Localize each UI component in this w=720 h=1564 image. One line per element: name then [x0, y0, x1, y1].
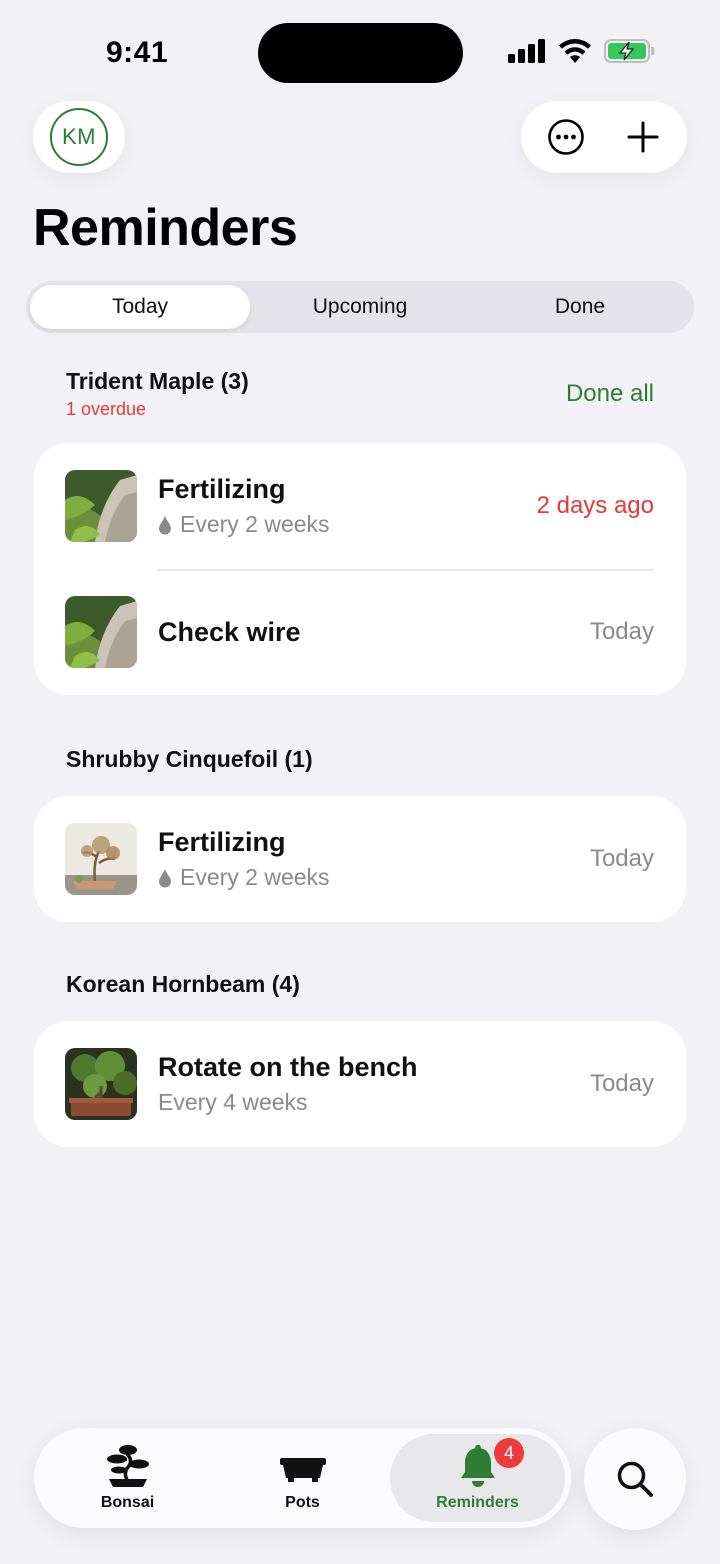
- plant-thumbnail: [65, 1048, 137, 1120]
- ellipsis-circle-icon: [547, 119, 584, 155]
- reminder-card: Fertilizing Every 2 weeks 2 days ago Che…: [34, 443, 686, 695]
- done-all-button[interactable]: Done all: [566, 380, 654, 408]
- tab-reminders[interactable]: Reminders 4: [390, 1434, 565, 1522]
- reminder-card: Fertilizing Every 2 weeks Today: [34, 796, 686, 922]
- cellular-signal-icon: [508, 39, 545, 63]
- filter-segmented-control: Today Upcoming Done: [26, 281, 694, 333]
- tab-label: Bonsai: [100, 1494, 155, 1511]
- bell-icon: [460, 1444, 495, 1487]
- reminder-frequency: Every 2 weeks: [180, 511, 330, 537]
- reminder-row[interactable]: Fertilizing Every 2 weeks 2 days ago: [34, 443, 686, 569]
- bonsai-tree-icon: [106, 1445, 149, 1487]
- battery-charging-icon: [604, 39, 655, 63]
- reminder-row[interactable]: Rotate on the bench Every 4 weeks Today: [34, 1021, 686, 1147]
- reminder-title: Rotate on the bench: [158, 1052, 418, 1082]
- drop-icon: [159, 515, 171, 534]
- reminder-title: Fertilizing: [158, 827, 286, 857]
- reminder-title: Fertilizing: [158, 474, 286, 504]
- segment-upcoming[interactable]: Upcoming: [250, 285, 470, 329]
- plant-thumbnail: [65, 470, 137, 542]
- add-button[interactable]: [613, 107, 673, 167]
- reminder-due: Today: [589, 845, 654, 872]
- segment-today[interactable]: Today: [30, 285, 250, 329]
- plus-icon: [627, 121, 658, 153]
- tab-pots[interactable]: Pots: [215, 1434, 390, 1522]
- search-button[interactable]: [584, 1428, 686, 1530]
- drop-icon: [159, 868, 171, 887]
- reminder-frequency: Every 4 weeks: [158, 1089, 308, 1115]
- status-time: 9:41: [106, 36, 169, 69]
- pot-icon: [279, 1458, 326, 1482]
- group-title: Shrubby Cinquefoil (1): [66, 746, 313, 772]
- header-actions: [521, 101, 687, 173]
- segment-done[interactable]: Done: [470, 285, 690, 329]
- dynamic-island: [258, 23, 463, 83]
- tab-label: Reminders: [436, 1494, 519, 1511]
- status-bar: 9:41: [0, 0, 720, 100]
- avatar: KM: [50, 108, 108, 166]
- tab-bonsai[interactable]: Bonsai: [40, 1434, 215, 1522]
- reminder-frequency: Every 2 weeks: [180, 864, 330, 890]
- group-header-trident-maple: Trident Maple (3) 1 overdue Done all: [66, 368, 654, 420]
- reminder-row[interactable]: Check wire Today: [34, 569, 686, 695]
- reminder-due: Today: [589, 1070, 654, 1097]
- tab-bar: Bonsai Pots Reminders 4: [34, 1428, 571, 1528]
- page-title: Reminders: [33, 199, 298, 257]
- notification-badge: 4: [494, 1438, 524, 1468]
- plant-thumbnail: [65, 823, 137, 895]
- reminder-card: Rotate on the bench Every 4 weeks Today: [34, 1021, 686, 1147]
- status-icons: [508, 38, 656, 64]
- reminder-row[interactable]: Fertilizing Every 2 weeks Today: [34, 796, 686, 922]
- more-button[interactable]: [536, 107, 596, 167]
- group-title: Korean Hornbeam (4): [66, 971, 300, 997]
- profile-button[interactable]: KM: [33, 101, 125, 173]
- wifi-icon: [559, 39, 591, 63]
- group-header-korean-hornbeam: Korean Hornbeam (4): [66, 971, 654, 998]
- group-header-shrubby-cinquefoil: Shrubby Cinquefoil (1): [66, 746, 654, 773]
- reminder-due: 2 days ago: [536, 492, 654, 519]
- reminder-title: Check wire: [158, 616, 301, 647]
- plant-thumbnail: [65, 596, 137, 668]
- reminder-due: Today: [589, 618, 654, 645]
- tab-label: Pots: [285, 1494, 320, 1511]
- search-icon: [617, 1461, 653, 1497]
